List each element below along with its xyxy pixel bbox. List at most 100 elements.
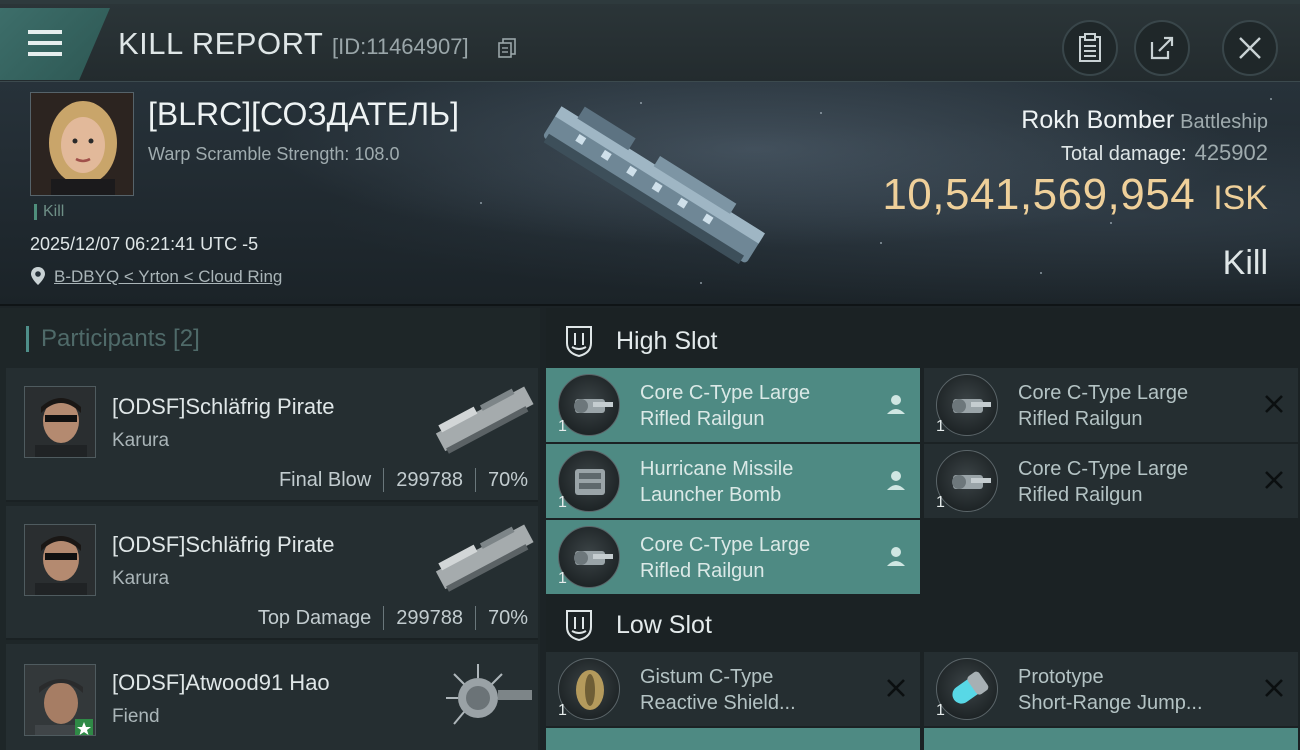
participant-card[interactable]: [ODSF]Atwood91 Hao Fiend: [6, 644, 538, 750]
share-button[interactable]: [1134, 20, 1190, 76]
module-name: Prototype Short-Range Jump...: [1018, 664, 1258, 716]
participant-name[interactable]: [ODSF]Atwood91 Hao: [112, 670, 330, 696]
menu-icon-bar: [28, 52, 62, 56]
module-item[interactable]: 1 Core C-Type Large Rifled Railgun: [546, 368, 920, 442]
isk-value: 10,541,569,954: [882, 170, 1196, 219]
module-item[interactable]: 1 Gistum C-Type Reactive Shield...: [546, 652, 920, 726]
pilot-icon: [887, 547, 905, 566]
module-quantity: 1: [558, 570, 567, 587]
module-name-line: Launcher Bomb: [640, 484, 782, 506]
participant-role: Top Damage: [257, 606, 372, 629]
location-link[interactable]: B-DBYQ < Yrton < Cloud Ring: [54, 267, 282, 287]
destroyed-icon: [1265, 679, 1283, 697]
divider: [474, 606, 476, 630]
result-label: Kill: [1222, 244, 1268, 282]
missile-launcher-icon: [558, 450, 620, 512]
shield-hardener-icon: [558, 658, 620, 720]
module-name-line: Rifled Railgun: [1018, 408, 1143, 430]
low-slot-label: Low Slot: [616, 610, 712, 639]
module-name-line: Hurricane Missile: [640, 458, 794, 480]
module-quantity: 1: [558, 702, 567, 719]
victim-banner: [BLRC][СОЗДАТЕЛЬ] Warp Scramble Strength…: [0, 82, 1300, 306]
participant-name[interactable]: [ODSF]Schläfrig Pirate: [112, 394, 335, 420]
total-damage-value: 425902: [1194, 140, 1268, 165]
high-slot-label: High Slot: [616, 326, 718, 355]
participant-ship-image: [446, 664, 532, 725]
pilot-icon: [887, 471, 905, 490]
total-damage: Total damage: 425902: [1061, 140, 1268, 166]
module-item[interactable]: [924, 728, 1298, 750]
participant-ship: Karura: [112, 430, 170, 451]
module-name-line: Prototype: [1018, 666, 1104, 688]
high-slot-header: High Slot: [546, 312, 1300, 370]
portrait-image: [31, 93, 133, 195]
participant-name[interactable]: [ODSF]Schläfrig Pirate: [112, 532, 335, 558]
module-name-line: Reactive Shield...: [640, 692, 796, 714]
module-name-line: Gistum C-Type: [640, 666, 774, 688]
divider: [383, 468, 385, 492]
participant-percent: 70%: [487, 606, 528, 629]
module-name-line: Rifled Railgun: [640, 560, 765, 582]
module-quantity: 1: [936, 418, 945, 435]
victim-name[interactable]: [BLRC][СОЗДАТЕЛЬ]: [148, 96, 459, 133]
portrait-image: [25, 387, 95, 457]
destroyed-icon: [1265, 395, 1283, 413]
module-name: Core C-Type Large Rifled Railgun: [1018, 380, 1258, 432]
isk-value-line: 10,541,569,954 ISK: [882, 170, 1268, 220]
participant-damage: 299788: [396, 606, 463, 629]
module-name: Gistum C-Type Reactive Shield...: [640, 664, 880, 716]
copy-icon[interactable]: [498, 38, 516, 58]
module-item[interactable]: 1 Core C-Type Large Rifled Railgun: [924, 444, 1298, 518]
ship-name[interactable]: Rokh Bomber: [1021, 106, 1174, 134]
module-item[interactable]: 1 Core C-Type Large Rifled Railgun: [924, 368, 1298, 442]
low-slot-header: Low Slot: [546, 596, 1300, 654]
destroyed-icon: [1265, 471, 1283, 489]
railgun-icon: [936, 450, 998, 512]
module-quantity: 1: [558, 418, 567, 435]
participant-card[interactable]: [ODSF]Schläfrig Pirate Karura Top Damage…: [6, 506, 538, 640]
module-name-line: Short-Range Jump...: [1018, 692, 1203, 714]
menu-icon-bar: [28, 41, 62, 45]
fitting-panel: High Slot 1 Core C-Type Large Rifled Rai…: [546, 308, 1300, 750]
module-item[interactable]: 1 Hurricane Missile Launcher Bomb: [546, 444, 920, 518]
page-title: KILL REPORT: [118, 26, 324, 61]
clipboard-button[interactable]: [1062, 20, 1118, 76]
portrait-image: [25, 665, 95, 735]
participant-percent: 70%: [487, 468, 528, 491]
share-icon: [1150, 36, 1174, 60]
title-bar: KILL REPORT [ID:11464907]: [0, 0, 1300, 82]
module-item[interactable]: 1 Core C-Type Large Rifled Railgun: [546, 520, 920, 594]
kill-datetime: 2025/12/07 06:21:41 UTC -5: [30, 234, 259, 254]
participant-stats: Top Damage 299788 70%: [258, 606, 528, 630]
participant-damage: 299788: [396, 468, 463, 491]
high-slot-icon: [566, 326, 592, 357]
portrait-image: [25, 525, 95, 595]
participant-ship: Fiend: [112, 706, 160, 727]
jump-drive-icon: [936, 658, 998, 720]
menu-icon: [28, 30, 62, 34]
close-icon: [1239, 37, 1261, 59]
module-name-line: Core C-Type Large: [640, 534, 811, 556]
participants-panel: Participants [2] [ODSF]Schläfrig Pirate …: [0, 308, 540, 750]
module-item[interactable]: 1 Prototype Short-Range Jump...: [924, 652, 1298, 726]
participant-avatar: [24, 524, 96, 596]
module-item[interactable]: [546, 728, 920, 750]
close-button[interactable]: [1222, 20, 1278, 76]
module-quantity: 1: [936, 702, 945, 719]
divider: [474, 468, 476, 492]
participant-card[interactable]: [ODSF]Schläfrig Pirate Karura Final Blow…: [6, 368, 538, 502]
kill-tag: Kill: [34, 204, 64, 220]
participants-header[interactable]: Participants [2]: [26, 326, 200, 352]
railgun-icon: [558, 374, 620, 436]
clipboard-icon: [1079, 33, 1101, 62]
low-slot-icon: [566, 610, 592, 641]
participant-ship: Karura: [112, 568, 170, 589]
participant-avatar: [24, 386, 96, 458]
victim-avatar[interactable]: [30, 92, 134, 196]
module-name-line: Core C-Type Large: [1018, 458, 1189, 480]
isk-unit: ISK: [1213, 179, 1268, 217]
total-damage-label: Total damage:: [1060, 143, 1187, 165]
participant-stats: Final Blow 299788 70%: [279, 468, 528, 492]
menu-button[interactable]: [0, 8, 110, 80]
module-name: Core C-Type Large Rifled Railgun: [640, 532, 880, 584]
